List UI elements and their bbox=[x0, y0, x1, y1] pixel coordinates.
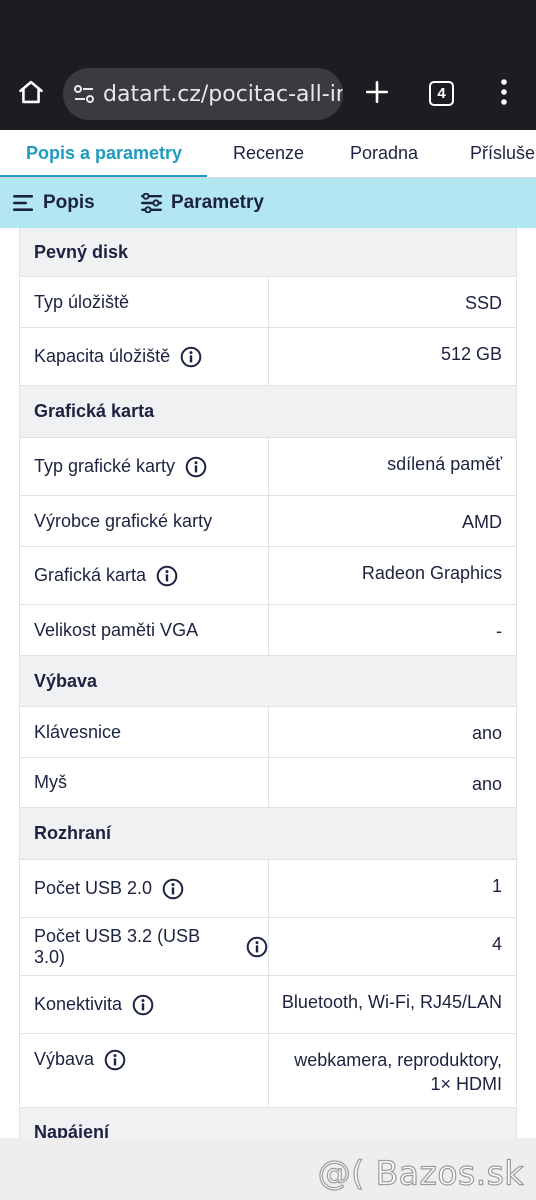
table-row: Výbava webkamera, reproduktory, 1× HDMI bbox=[20, 1034, 516, 1108]
row-value: ano bbox=[471, 723, 502, 743]
row-label: Počet USB 2.0 bbox=[20, 860, 269, 917]
home-icon bbox=[19, 80, 43, 104]
tab-poradna[interactable]: Poradna bbox=[350, 130, 418, 164]
row-value: 4 bbox=[491, 934, 502, 954]
tab-popis-a-parametry[interactable]: Popis a parametry bbox=[26, 130, 182, 164]
row-value: Bluetooth, Wi-Fi, RJ45/LAN bbox=[281, 992, 502, 1012]
row-label: Grafická karta bbox=[20, 547, 269, 604]
row-value: AMD bbox=[462, 512, 502, 532]
row-value: webkamera, reproduktory, 1× HDMI bbox=[269, 1034, 516, 1107]
tab-recenze[interactable]: Recenze bbox=[233, 130, 304, 164]
row-value: SSD bbox=[464, 293, 502, 313]
section-header-power: Napájení bbox=[20, 1108, 516, 1138]
row-label: Typ grafické karty bbox=[20, 438, 269, 495]
row-label: Typ úložiště bbox=[20, 277, 269, 327]
section-subnav: Popis Parametry bbox=[0, 178, 536, 228]
row-value: sdílená paměť bbox=[387, 454, 502, 474]
url-text: datart.cz/pocitac-all-in- bbox=[103, 81, 343, 107]
text-lines-icon bbox=[13, 195, 33, 211]
row-label: Výbava bbox=[20, 1034, 269, 1107]
row-label: Počet USB 3.2 (USB 3.0) bbox=[20, 918, 269, 975]
address-bar[interactable]: datart.cz/pocitac-all-in- bbox=[63, 68, 343, 120]
menu-button[interactable] bbox=[492, 73, 516, 111]
row-label: Konektivita bbox=[20, 976, 269, 1033]
section-header-interface: Rozhraní bbox=[20, 808, 516, 860]
info-icon[interactable] bbox=[246, 936, 268, 958]
table-row: Velikost paměti VGA - bbox=[20, 605, 516, 656]
spec-table: Pevný disk Typ úložiště SSD Kapacita úlo… bbox=[19, 228, 517, 1138]
row-value: ano bbox=[471, 774, 502, 794]
table-row: Výrobce grafické karty AMD bbox=[20, 496, 516, 547]
tab-switcher-button[interactable]: 4 bbox=[429, 81, 454, 106]
table-row: Grafická karta Radeon Graphics bbox=[20, 547, 516, 605]
row-value: - bbox=[496, 621, 502, 641]
info-icon[interactable] bbox=[162, 878, 184, 900]
info-icon[interactable] bbox=[156, 565, 178, 587]
row-label: Kapacita úložiště bbox=[20, 328, 269, 385]
info-icon[interactable] bbox=[180, 346, 202, 368]
home-button[interactable] bbox=[12, 73, 50, 111]
tab-prislusenstvi[interactable]: Příslušen bbox=[470, 130, 536, 164]
status-bar bbox=[0, 0, 536, 60]
table-row: Myš ano bbox=[20, 758, 516, 808]
table-row: Počet USB 3.2 (USB 3.0) 4 bbox=[20, 918, 516, 976]
info-icon[interactable] bbox=[132, 994, 154, 1016]
section-header-disk: Pevný disk bbox=[20, 228, 516, 277]
row-value: Radeon Graphics bbox=[361, 563, 502, 583]
browser-toolbar: datart.cz/pocitac-all-in- 4 bbox=[0, 60, 536, 130]
parameters-content: Pevný disk Typ úložiště SSD Kapacita úlo… bbox=[0, 228, 536, 1138]
subnav-popis[interactable]: Popis bbox=[13, 178, 95, 228]
row-value-line: webkamera, reproduktory, bbox=[294, 1050, 502, 1070]
row-value-line: 1× HDMI bbox=[430, 1074, 502, 1094]
row-label: Klávesnice bbox=[20, 707, 269, 757]
row-label: Velikost paměti VGA bbox=[20, 605, 269, 655]
section-header-equipment: Výbava bbox=[20, 656, 516, 707]
section-header-graphics: Grafická karta bbox=[20, 386, 516, 438]
row-label: Myš bbox=[20, 758, 269, 807]
row-label: Výrobce grafické karty bbox=[20, 496, 269, 546]
more-vert-icon bbox=[501, 79, 507, 105]
table-row: Konektivita Bluetooth, Wi-Fi, RJ45/LAN bbox=[20, 976, 516, 1034]
info-icon[interactable] bbox=[185, 456, 207, 478]
table-row: Kapacita úložiště 512 GB bbox=[20, 328, 516, 386]
table-row: Typ grafické karty sdílená paměť bbox=[20, 438, 516, 496]
row-value: 512 GB bbox=[440, 344, 502, 364]
subnav-popis-label: Popis bbox=[43, 192, 95, 213]
watermark: @( Bazos.sk bbox=[317, 1153, 524, 1193]
site-settings-icon[interactable] bbox=[73, 83, 95, 105]
table-row: Klávesnice ano bbox=[20, 707, 516, 758]
row-value: 1 bbox=[491, 876, 502, 896]
new-tab-button[interactable] bbox=[358, 73, 396, 111]
table-row: Typ úložiště SSD bbox=[20, 277, 516, 328]
info-icon[interactable] bbox=[104, 1049, 126, 1071]
plus-icon bbox=[365, 80, 389, 104]
sliders-icon bbox=[141, 193, 162, 213]
subnav-parametry-label: Parametry bbox=[171, 192, 264, 213]
product-tabs: Popis a parametry Recenze Poradna Příslu… bbox=[0, 130, 536, 178]
table-row: Počet USB 2.0 1 bbox=[20, 860, 516, 918]
subnav-parametry[interactable]: Parametry bbox=[141, 178, 264, 228]
